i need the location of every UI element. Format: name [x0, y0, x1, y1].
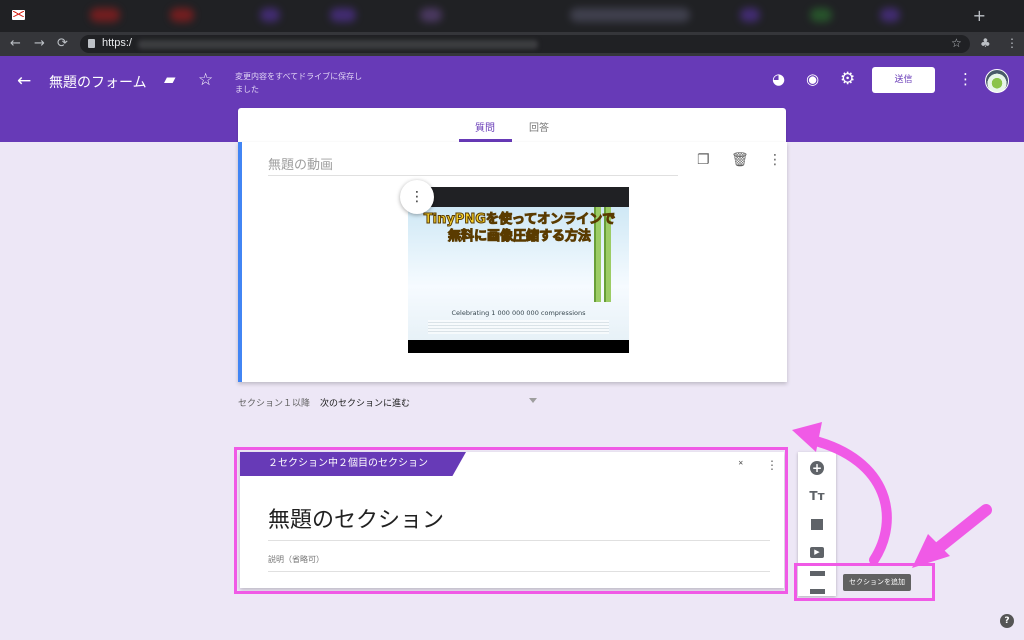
help-icon[interactable]: ?	[1000, 614, 1014, 628]
curved-arrow	[807, 435, 892, 565]
curved-arrow-head	[792, 422, 822, 452]
annotation-arrows	[792, 422, 992, 568]
diagonal-arrow	[930, 504, 992, 556]
